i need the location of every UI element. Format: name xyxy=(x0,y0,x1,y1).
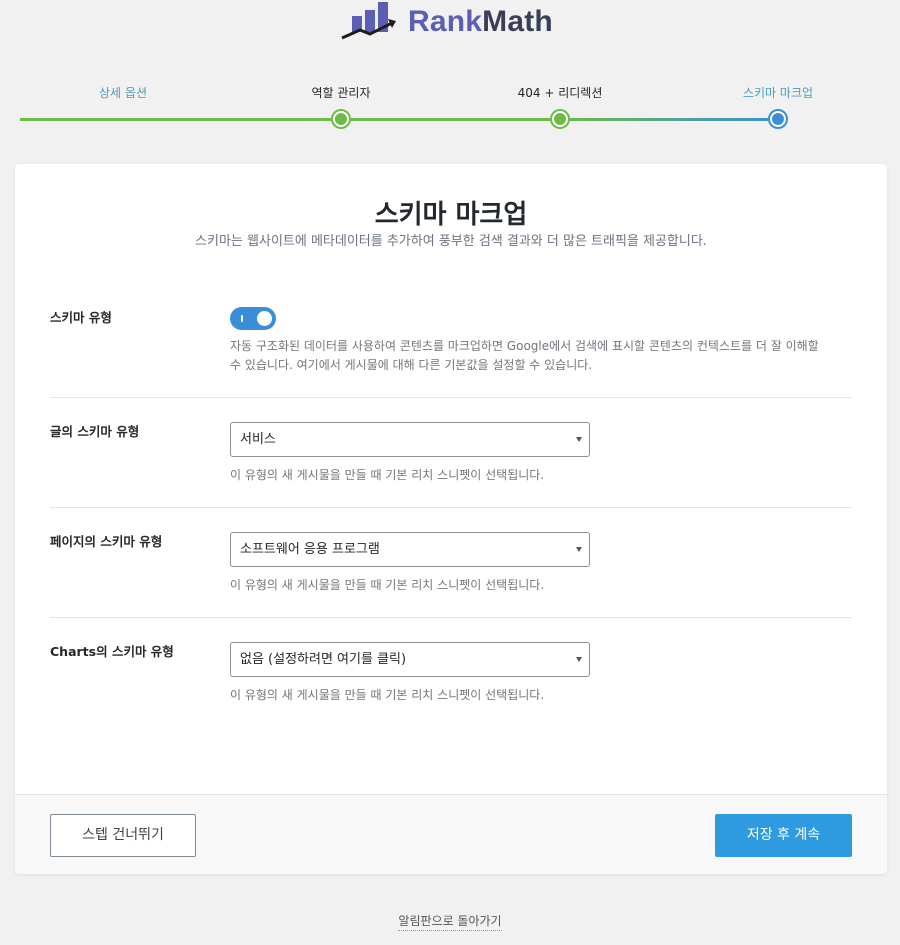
schema-type-help: 자동 구조화된 데이터를 사용하여 콘텐츠를 마크업하면 Google에서 검색… xyxy=(230,339,819,372)
back-to-dashboard-link[interactable]: 알림판으로 돌아가기 xyxy=(398,914,502,931)
page-schema-help: 이 유형의 새 게시물을 만들 때 기본 리치 스니펫이 선택됩니다. xyxy=(230,578,545,592)
schema-type-toggle[interactable] xyxy=(230,307,276,330)
back-to-dashboard: 알림판으로 돌아가기 xyxy=(0,912,900,931)
step-dot-role-manager[interactable] xyxy=(331,109,351,129)
wizard-steps: 상세 옵션 역할 관리자 404 + 리디렉션 스키마 마크업 xyxy=(0,80,900,140)
chevron-down-icon xyxy=(576,437,582,442)
schema-type-row: 스키마 유형 자동 구조화된 데이터를 사용하여 콘텐츠를 마크업하면 Goog… xyxy=(50,307,852,387)
toggle-knob xyxy=(257,311,272,326)
step-dot-404-redirection[interactable] xyxy=(550,109,570,129)
step-label-404-redirection[interactable]: 404 + 리디렉션 xyxy=(518,84,603,101)
card-footer: 스텝 건너뛰기 저장 후 계속 xyxy=(15,794,887,874)
page-schema-row: 페이지의 스키마 유형 소프트웨어 응용 프로그램 이 유형의 새 게시물을 만… xyxy=(50,531,852,601)
page-schema-value: 소프트웨어 응용 프로그램 xyxy=(240,542,380,557)
charts-schema-select[interactable]: 없음 (설정하려면 여기를 클릭) xyxy=(230,642,590,677)
step-dot-schema-markup[interactable] xyxy=(768,109,788,129)
rankmath-wordmark: RankMath xyxy=(408,5,553,38)
page-title: 스키마 마크업 xyxy=(374,200,528,230)
post-schema-row: 글의 스키마 유형 서비스 이 유형의 새 게시물을 만들 때 기본 리치 스니… xyxy=(50,421,852,491)
rankmath-logo: RankMath xyxy=(338,0,553,44)
skip-step-button[interactable]: 스텝 건너뛰기 xyxy=(50,814,196,857)
chevron-down-icon xyxy=(576,547,582,552)
save-and-continue-button[interactable]: 저장 후 계속 xyxy=(715,814,852,857)
progress-track-done xyxy=(20,118,560,121)
wizard-card: 스키마 마크업 스키마는 웹사이트에 메타데이터를 추가하여 풍부한 검색 결과… xyxy=(15,164,887,874)
chevron-down-icon xyxy=(576,657,582,662)
charts-schema-value: 없음 (설정하려면 여기를 클릭) xyxy=(240,652,407,667)
page-schema-select[interactable]: 소프트웨어 응용 프로그램 xyxy=(230,532,590,567)
divider xyxy=(50,507,852,508)
post-schema-help: 이 유형의 새 게시물을 만들 때 기본 리치 스니펫이 선택됩니다. xyxy=(230,468,545,482)
step-label-advanced-options[interactable]: 상세 옵션 xyxy=(99,84,147,101)
post-schema-label: 글의 스키마 유형 xyxy=(50,424,140,439)
page-description: 스키마는 웹사이트에 메타데이터를 추가하여 풍부한 검색 결과와 더 많은 트… xyxy=(195,234,707,249)
divider xyxy=(50,397,852,398)
divider xyxy=(50,617,852,618)
progress-track-active xyxy=(560,118,778,121)
charts-schema-label: Charts의 스키마 유형 xyxy=(50,644,174,659)
rankmath-logo-icon xyxy=(341,2,396,40)
step-label-schema-markup[interactable]: 스키마 마크업 xyxy=(743,84,813,101)
page-schema-label: 페이지의 스키마 유형 xyxy=(50,534,163,549)
step-label-role-manager[interactable]: 역할 관리자 xyxy=(311,84,370,101)
schema-type-label: 스키마 유형 xyxy=(50,310,112,325)
post-schema-value: 서비스 xyxy=(240,432,276,447)
charts-schema-help: 이 유형의 새 게시물을 만들 때 기본 리치 스니펫이 선택됩니다. xyxy=(230,688,545,702)
post-schema-select[interactable]: 서비스 xyxy=(230,422,590,457)
charts-schema-row: Charts의 스키마 유형 없음 (설정하려면 여기를 클릭) 이 유형의 새… xyxy=(50,641,852,711)
